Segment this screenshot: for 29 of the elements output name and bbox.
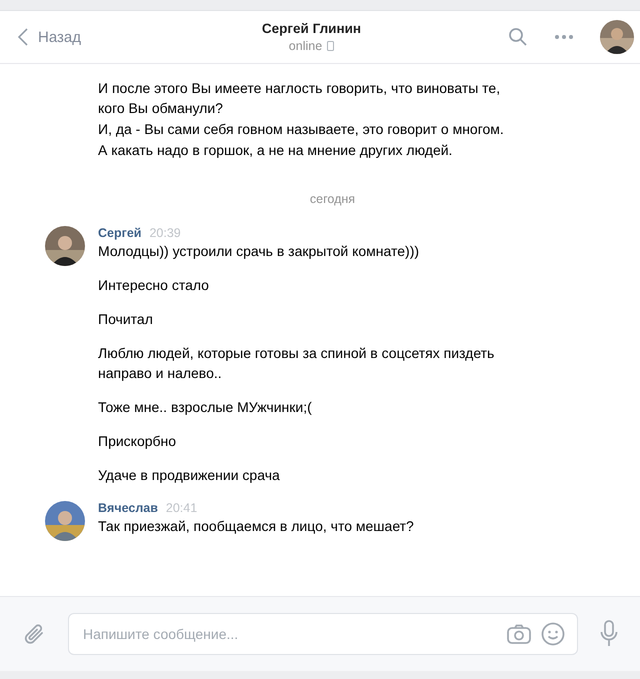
author-name[interactable]: Сергей <box>98 226 142 240</box>
message-text: И, да - Вы сами себя говном называете, это говорит о многом. <box>98 120 505 139</box>
message-text: Прискорбно <box>98 432 178 451</box>
more-icon[interactable] <box>554 34 574 40</box>
message-text: Так приезжай, пообщаемся в лицо, что мешает? <box>98 517 415 536</box>
message-input[interactable]: Напишите сообщение... <box>81 625 497 643</box>
back-icon[interactable] <box>18 28 28 46</box>
microphone-icon[interactable] <box>600 620 618 648</box>
message-text: Молодцы)) устроили срачь в закрытой комнате))) <box>98 242 420 261</box>
message-text: Удаче в продвижении срача <box>98 466 281 485</box>
message-field[interactable]: Напишите сообщение... <box>68 613 578 655</box>
search-icon[interactable] <box>508 27 528 47</box>
chat-title: Сергей Глинин <box>262 21 362 36</box>
phone-icon <box>327 41 334 51</box>
message-text: И после этого Вы имеете наглость говорить, что виноваты те, кого Вы обманули? <box>98 79 502 118</box>
message-time: 20:41 <box>166 501 198 515</box>
message-text: Почитал <box>98 310 154 329</box>
message-time: 20:39 <box>149 226 181 240</box>
message-text: Интересно стало <box>98 276 210 295</box>
smiley-icon[interactable] <box>541 622 565 646</box>
message-text: А какать надо в горшок, а не на мнение других людей. <box>98 141 454 160</box>
author-name[interactable]: Вячеслав <box>98 501 158 515</box>
date-divider: сегодня <box>308 192 356 206</box>
online-status: online <box>288 39 322 53</box>
paperclip-icon[interactable] <box>24 622 46 646</box>
camera-icon[interactable] <box>507 624 531 644</box>
message-text: Люблю людей, которые готовы за спиной в соцсетях пиздеть направо и налево.. <box>98 344 496 383</box>
back-link[interactable]: Назад <box>18 28 81 46</box>
message-text: Тоже мне.. взрослые МУжчинки;( <box>98 398 313 417</box>
